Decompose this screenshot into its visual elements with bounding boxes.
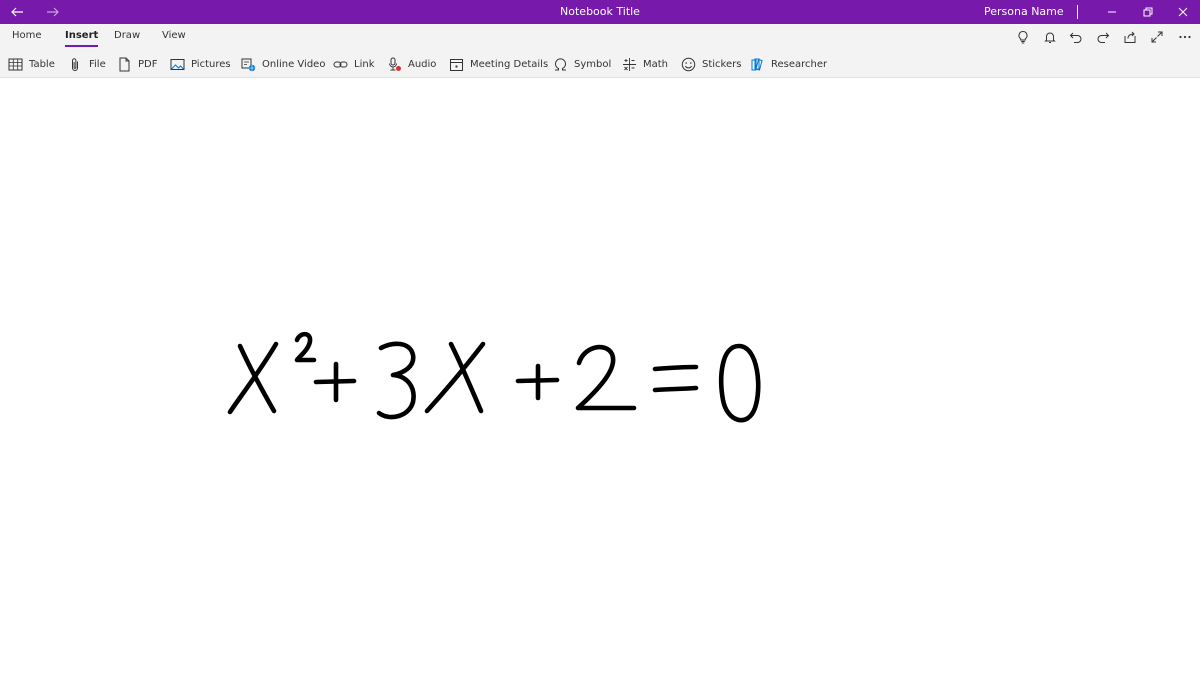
minimize-button[interactable] <box>1097 0 1127 24</box>
more-icon <box>1179 35 1191 39</box>
picture-icon <box>170 58 185 70</box>
redo-icon <box>1097 32 1110 43</box>
insert-pictures-button[interactable]: Pictures <box>170 50 231 78</box>
insert-math-button[interactable]: Math <box>622 50 668 78</box>
back-arrow-icon <box>11 7 23 17</box>
researcher-icon <box>751 58 763 71</box>
lightbulb-icon <box>1018 30 1028 44</box>
titlebar-divider <box>1077 5 1078 19</box>
pictures-label: Pictures <box>191 58 231 70</box>
link-icon <box>333 61 348 67</box>
paperclip-icon <box>72 57 78 71</box>
redo-button[interactable] <box>1094 28 1112 46</box>
smiley-icon <box>681 57 696 71</box>
ink-equation <box>227 331 761 423</box>
calendar-icon <box>450 58 463 71</box>
link-label: Link <box>354 58 375 70</box>
online-video-label: Online Video <box>262 58 326 70</box>
insert-audio-button[interactable]: Audio <box>387 50 436 78</box>
restore-button[interactable] <box>1133 0 1163 24</box>
insert-file-button[interactable]: File <box>68 50 106 78</box>
restore-icon <box>1143 7 1153 17</box>
symbol-label: Symbol <box>574 58 612 70</box>
math-label: Math <box>643 58 669 70</box>
audio-label: Audio <box>408 58 437 70</box>
close-icon <box>1178 7 1188 17</box>
share-icon <box>1124 31 1136 43</box>
back-button[interactable] <box>2 0 32 24</box>
insert-symbol-button[interactable]: Symbol <box>553 50 611 78</box>
microphone-icon <box>389 57 401 71</box>
tab-home[interactable]: Home <box>12 24 42 50</box>
bell-icon <box>1044 32 1056 43</box>
table-label: Table <box>29 58 55 70</box>
ink-zero <box>719 343 761 423</box>
ink-three <box>376 341 416 420</box>
more-options-button[interactable] <box>1176 28 1194 46</box>
expand-icon <box>1151 31 1163 43</box>
undo-button[interactable] <box>1067 28 1085 46</box>
minimize-icon <box>1108 11 1116 13</box>
pdf-label: PDF <box>138 58 158 70</box>
persona-name[interactable]: Persona Name <box>984 0 1064 24</box>
fullscreen-button[interactable] <box>1148 28 1166 46</box>
insert-toolbar: Table File PDF Pictures Online Video Lin… <box>0 50 1200 78</box>
forward-arrow-icon <box>47 7 59 17</box>
meeting-details-label: Meeting Details <box>470 58 549 70</box>
insert-table-button[interactable]: Table <box>8 50 55 78</box>
file-label: File <box>89 58 106 70</box>
researcher-button[interactable]: Researcher <box>750 50 827 78</box>
researcher-label: Researcher <box>771 58 828 70</box>
ink-superscript-2 <box>294 331 317 363</box>
table-icon <box>8 58 23 70</box>
share-button[interactable] <box>1121 28 1139 46</box>
document-icon <box>119 57 130 71</box>
tab-draw[interactable]: Draw <box>114 24 140 50</box>
insert-stickers-button[interactable]: Stickers <box>681 50 741 78</box>
math-icon <box>623 57 636 71</box>
insert-meeting-details-button[interactable]: Meeting Details <box>449 50 548 78</box>
close-button[interactable] <box>1168 0 1198 24</box>
ribbon-tabs: Home Insert Draw View <box>0 24 1200 50</box>
ink-equals-bottom <box>652 385 699 393</box>
notebook-page-canvas[interactable] <box>0 78 1200 700</box>
stickers-label: Stickers <box>702 58 742 70</box>
ink-equals-top <box>652 364 699 372</box>
insert-link-button[interactable]: Link <box>333 50 374 78</box>
online-video-icon <box>241 58 256 71</box>
forward-button[interactable] <box>38 0 68 24</box>
tell-me-button[interactable] <box>1014 28 1032 46</box>
title-bar: Notebook Title Persona Name <box>0 0 1200 24</box>
undo-icon <box>1069 32 1082 43</box>
tab-view[interactable]: View <box>162 24 186 50</box>
omega-icon <box>555 58 566 70</box>
ink-two <box>575 344 637 411</box>
notifications-button[interactable] <box>1041 28 1059 46</box>
insert-pdf-button[interactable]: PDF <box>117 50 157 78</box>
tab-insert[interactable]: Insert <box>65 24 99 50</box>
insert-online-video-button[interactable]: Online Video <box>241 50 325 78</box>
